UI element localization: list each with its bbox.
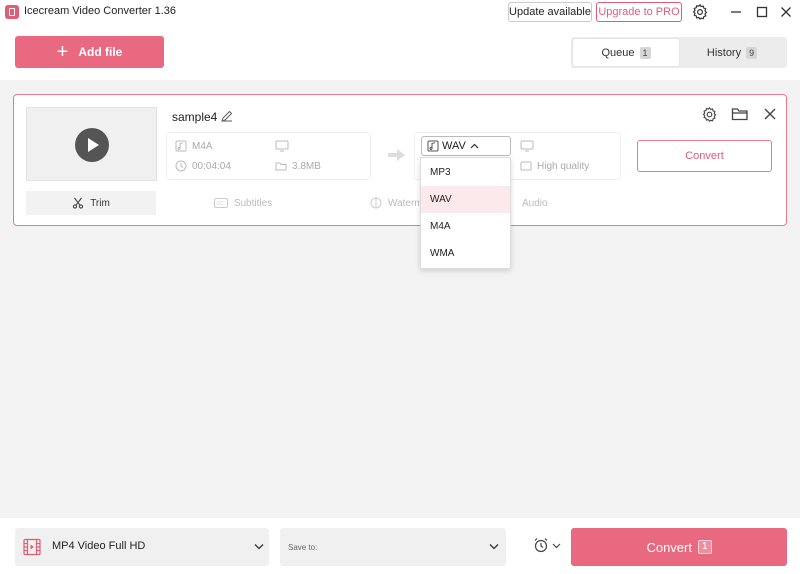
tab-queue-label: Queue xyxy=(601,46,635,59)
app-title: Icecream Video Converter 1.36 xyxy=(24,5,177,17)
add-file-button[interactable]: + Add file xyxy=(15,36,164,68)
watermark-icon xyxy=(370,197,382,209)
save-to-label: Save to: xyxy=(288,543,318,552)
resolution-icon xyxy=(275,140,289,152)
subtitles-label: Subtitles xyxy=(233,197,273,209)
quality-item: High quality xyxy=(520,160,589,172)
format-option-wma[interactable]: WMA xyxy=(421,240,510,267)
scissors-icon xyxy=(73,197,84,209)
audio-label: Audio xyxy=(522,197,548,209)
preset-value: MP4 Video Full HD xyxy=(52,540,146,552)
svg-text:CC: CC xyxy=(216,201,224,207)
quality-label: High quality xyxy=(537,160,590,172)
trim-label: Trim xyxy=(90,197,110,209)
history-count-badge: 9 xyxy=(746,46,758,59)
folder-icon xyxy=(275,162,287,171)
file-card: sample4 M4A 00:04:04 3.8MB High quality … xyxy=(13,94,787,226)
preset-select[interactable]: MP4 Video Full HD xyxy=(15,528,269,566)
closed-captions-icon: CC xyxy=(213,198,228,208)
footer-bar: MP4 Video Full HD Save to: Convert 1 xyxy=(0,518,800,574)
remove-file-close-icon[interactable] xyxy=(763,107,777,121)
output-format-value: WAV xyxy=(442,140,466,152)
trim-button[interactable]: Trim xyxy=(26,191,156,215)
queue-count-badge: 1 xyxy=(639,46,651,59)
arrow-right-icon xyxy=(388,149,405,161)
title-bar: Icecream Video Converter 1.36 Update ava… xyxy=(0,0,800,24)
subtitles-button[interactable]: CC Subtitles xyxy=(168,191,318,215)
format-dropdown-menu: MP3 WAV M4A WMA xyxy=(420,157,511,269)
tab-history-label: History xyxy=(706,46,742,59)
audio-button[interactable]: Audio xyxy=(522,191,562,215)
chevron-up-icon xyxy=(470,143,479,149)
view-tabs: Queue 1 History 9 xyxy=(571,37,787,68)
plus-icon: + xyxy=(56,41,69,63)
edit-pencil-icon[interactable] xyxy=(220,109,234,123)
convert-all-button[interactable]: Convert 1 xyxy=(571,528,787,566)
quality-icon xyxy=(520,161,532,171)
output-format-select[interactable]: WAV xyxy=(421,136,511,156)
maximize-window-icon[interactable] xyxy=(753,3,771,21)
video-film-icon xyxy=(23,538,41,556)
video-thumbnail[interactable] xyxy=(26,107,157,181)
convert-all-label: Convert xyxy=(646,539,692,555)
upgrade-to-pro-button[interactable]: Upgrade to PRO xyxy=(596,2,682,22)
chevron-down-icon xyxy=(489,544,499,550)
chevron-down-icon xyxy=(254,544,264,550)
source-format-item: M4A xyxy=(175,140,213,152)
duration: 00:04:04 xyxy=(192,160,231,172)
open-folder-icon[interactable] xyxy=(731,106,749,122)
output-resolution-icon xyxy=(520,140,534,152)
clock-icon xyxy=(175,160,187,172)
settings-gear-icon[interactable] xyxy=(691,3,709,21)
tab-history[interactable]: History 9 xyxy=(679,39,785,66)
close-window-icon[interactable] xyxy=(777,3,795,21)
file-size-item: 3.8MB xyxy=(275,160,321,172)
alarm-clock-icon xyxy=(534,538,548,553)
schedule-button[interactable] xyxy=(533,537,563,557)
add-file-label: Add file xyxy=(78,45,123,59)
tab-queue[interactable]: Queue 1 xyxy=(573,39,679,66)
duration-item: 00:04:04 xyxy=(175,160,231,172)
chevron-down-icon xyxy=(552,543,561,549)
app-logo-icon xyxy=(5,5,19,19)
source-format: M4A xyxy=(192,140,213,152)
file-name: sample4 xyxy=(172,110,218,124)
file-settings-gear-icon[interactable] xyxy=(701,106,718,123)
convert-count-badge: 1 xyxy=(697,540,712,554)
minimize-window-icon[interactable] xyxy=(727,3,745,21)
watermark-label: Waterm xyxy=(388,197,423,209)
music-file-icon xyxy=(175,140,187,152)
source-info-box: M4A 00:04:04 3.8MB xyxy=(166,132,371,180)
music-file-icon xyxy=(427,140,439,152)
play-icon[interactable] xyxy=(75,128,109,162)
convert-file-button[interactable]: Convert xyxy=(637,140,772,172)
format-option-wav[interactable]: WAV xyxy=(421,186,510,213)
format-option-m4a[interactable]: M4A xyxy=(421,213,510,240)
file-size: 3.8MB xyxy=(292,160,321,172)
update-available-button[interactable]: Update available xyxy=(508,2,592,22)
format-option-mp3[interactable]: MP3 xyxy=(421,159,510,186)
toolbar: + Add file Queue 1 History 9 xyxy=(0,24,800,80)
save-to-select[interactable]: Save to: xyxy=(280,528,506,566)
